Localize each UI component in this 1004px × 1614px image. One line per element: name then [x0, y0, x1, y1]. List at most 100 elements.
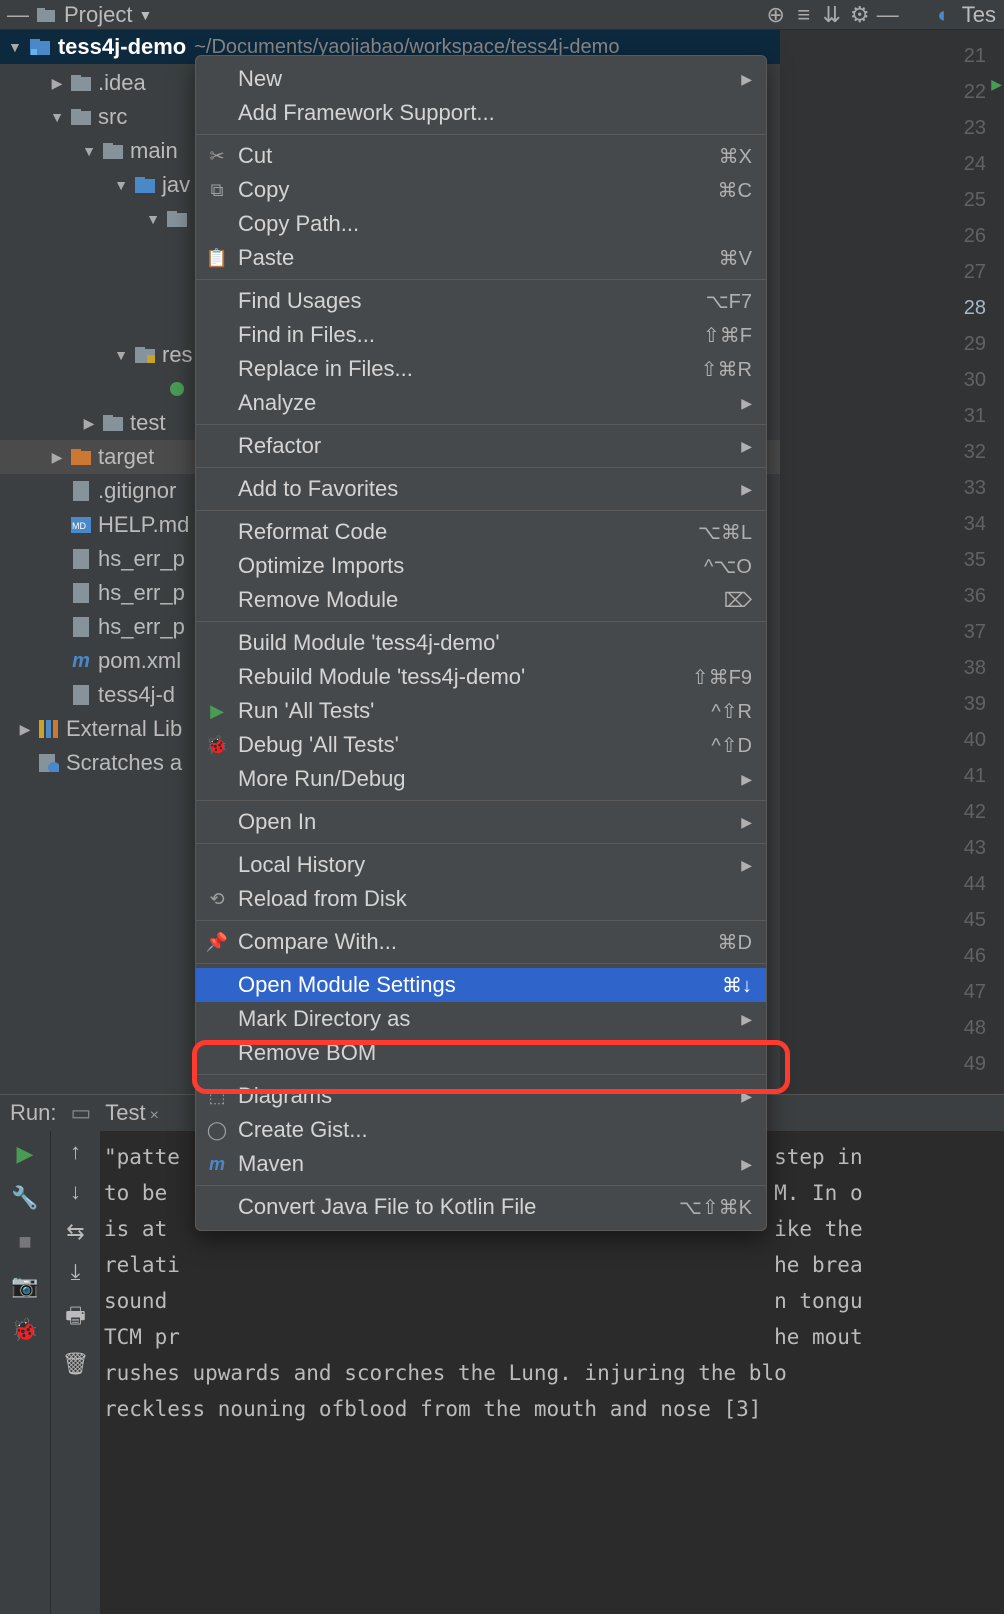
menu-item[interactable]: Add Framework Support...: [196, 96, 766, 130]
menu-item[interactable]: ⧉Copy⌘C: [196, 173, 766, 207]
menu-item-label: Build Module 'tess4j-demo': [238, 630, 752, 656]
menu-item-label: Create Gist...: [238, 1117, 752, 1143]
tree-arrow-icon[interactable]: ▶: [50, 449, 64, 466]
menu-item-label: Run 'All Tests': [238, 698, 701, 724]
expand-icon[interactable]: ≡: [794, 5, 814, 25]
menu-item[interactable]: Replace in Files...⇧⌘R: [196, 352, 766, 386]
menu-item-icon: 📋: [206, 248, 228, 269]
tree-node-icon: [166, 378, 188, 400]
line-number: 29: [780, 326, 1004, 362]
run-button[interactable]: ▶: [10, 1139, 40, 1169]
menu-item-icon: ▶: [206, 701, 228, 722]
up-arrow-icon[interactable]: ↑: [70, 1139, 81, 1165]
tree-node-label: .idea: [98, 70, 146, 96]
line-number: 46: [780, 938, 1004, 974]
target-icon[interactable]: ⊕: [766, 5, 786, 25]
menu-item-label: Compare With...: [238, 929, 708, 955]
run-tab[interactable]: Test×: [105, 1100, 159, 1126]
menu-item[interactable]: Rebuild Module 'tess4j-demo'⇧⌘F9: [196, 660, 766, 694]
menu-item[interactable]: Open In▶: [196, 805, 766, 839]
menu-item[interactable]: Add to Favorites▶: [196, 472, 766, 506]
menu-item-icon: ⟲: [206, 889, 228, 910]
run-tab-icon: ▭: [70, 1100, 91, 1126]
menu-item[interactable]: Convert Java File to Kotlin File⌥⇧⌘K: [196, 1190, 766, 1224]
menu-item[interactable]: Build Module 'tess4j-demo': [196, 626, 766, 660]
tree-node-label: .gitignor: [98, 478, 176, 504]
line-number: 37: [780, 614, 1004, 650]
menu-item[interactable]: 📋Paste⌘V: [196, 241, 766, 275]
print-icon[interactable]: 🖶: [65, 1299, 86, 1337]
tree-arrow-icon[interactable]: ▼: [114, 347, 128, 363]
menu-item[interactable]: Find Usages⌥F7: [196, 284, 766, 318]
menu-item[interactable]: Optimize Imports^⌥O: [196, 549, 766, 583]
tree-arrow-icon[interactable]: ▼: [146, 211, 160, 227]
down-arrow-icon[interactable]: ↓: [70, 1179, 81, 1205]
menu-item-icon: ⧉: [206, 180, 228, 201]
submenu-arrow-icon: ▶: [741, 438, 752, 455]
menu-item-shortcut: ^⇧R: [711, 699, 752, 724]
hide-icon[interactable]: —: [878, 5, 898, 25]
menu-item[interactable]: Remove BOM: [196, 1036, 766, 1070]
line-number: 39: [780, 686, 1004, 722]
menu-item-icon: m: [206, 1154, 228, 1175]
bug-icon[interactable]: 🐞: [10, 1315, 40, 1345]
menu-item[interactable]: More Run/Debug▶: [196, 762, 766, 796]
menu-item[interactable]: ⬚Diagrams▶: [196, 1079, 766, 1113]
menu-item[interactable]: Analyze▶: [196, 386, 766, 420]
scroll-icon[interactable]: ⤓: [71, 1259, 81, 1285]
menu-separator: [196, 510, 766, 511]
project-dropdown-label: Project: [64, 2, 132, 28]
menu-item[interactable]: mMaven▶: [196, 1147, 766, 1181]
tree-arrow-icon[interactable]: ▼: [50, 109, 64, 125]
menu-item-label: Find in Files...: [238, 322, 693, 348]
tree-arrow-icon[interactable]: ▶: [50, 75, 64, 92]
line-number: 40: [780, 722, 1004, 758]
menu-item-label: Replace in Files...: [238, 356, 691, 382]
collapse-icon[interactable]: ⇊: [822, 5, 842, 25]
context-menu: New▶Add Framework Support...✂Cut⌘X⧉Copy⌘…: [195, 55, 767, 1231]
camera-icon[interactable]: 📷: [10, 1271, 40, 1301]
tree-arrow-icon[interactable]: ▶: [82, 415, 96, 432]
submenu-arrow-icon: ▶: [741, 1011, 752, 1028]
gutter-run-icon[interactable]: ▶: [991, 76, 1002, 93]
menu-item[interactable]: Open Module Settings⌘↓: [196, 968, 766, 1002]
minimize-icon[interactable]: —: [8, 5, 28, 25]
menu-item[interactable]: 📌Compare With...⌘D: [196, 925, 766, 959]
wrench-icon[interactable]: 🔧: [10, 1183, 40, 1213]
project-icon: [36, 5, 56, 25]
menu-item-label: Open In: [238, 809, 731, 835]
close-icon[interactable]: ×: [150, 1107, 159, 1124]
menu-item[interactable]: ⟲Reload from Disk: [196, 882, 766, 916]
trash-icon[interactable]: 🗑: [62, 1351, 90, 1377]
menu-item[interactable]: ✂Cut⌘X: [196, 139, 766, 173]
menu-item-label: New: [238, 66, 731, 92]
menu-item[interactable]: Find in Files...⇧⌘F: [196, 318, 766, 352]
line-number: 49: [780, 1046, 1004, 1082]
menu-item[interactable]: ▶ Run 'All Tests' ^⇧R: [196, 694, 766, 728]
menu-separator: [196, 279, 766, 280]
menu-item[interactable]: Copy Path...: [196, 207, 766, 241]
submenu-arrow-icon: ▶: [741, 1088, 752, 1105]
submenu-arrow-icon: ▶: [741, 857, 752, 874]
menu-item[interactable]: Mark Directory as▶: [196, 1002, 766, 1036]
editor-tab-label[interactable]: Tes: [962, 2, 996, 28]
menu-item[interactable]: ◯Create Gist...: [196, 1113, 766, 1147]
tree-arrow-icon[interactable]: ▶: [18, 721, 32, 738]
tree-arrow-icon[interactable]: ▼: [114, 177, 128, 193]
tree-node-icon: [102, 412, 124, 434]
menu-item-shortcut: ⌘D: [718, 930, 752, 955]
wrap-icon[interactable]: ⇆: [66, 1219, 84, 1245]
menu-item[interactable]: Local History▶: [196, 848, 766, 882]
menu-item[interactable]: Refactor▶: [196, 429, 766, 463]
project-dropdown[interactable]: Project ▼: [64, 2, 152, 28]
gear-icon[interactable]: ⚙: [850, 5, 870, 25]
menu-item[interactable]: 🐞Debug 'All Tests'^⇧D: [196, 728, 766, 762]
menu-item[interactable]: Remove Module⌦: [196, 583, 766, 617]
menu-item[interactable]: Reformat Code⌥⌘L: [196, 515, 766, 549]
run-toolbar-secondary: ↑ ↓ ⇆ ⤓ 🖶 🗑: [50, 1131, 100, 1614]
stop-icon[interactable]: ■: [10, 1227, 40, 1257]
menu-item-shortcut: ⌥F7: [706, 289, 752, 314]
menu-item[interactable]: New▶: [196, 62, 766, 96]
submenu-arrow-icon: ▶: [741, 481, 752, 498]
tree-arrow-icon[interactable]: ▼: [82, 143, 96, 159]
